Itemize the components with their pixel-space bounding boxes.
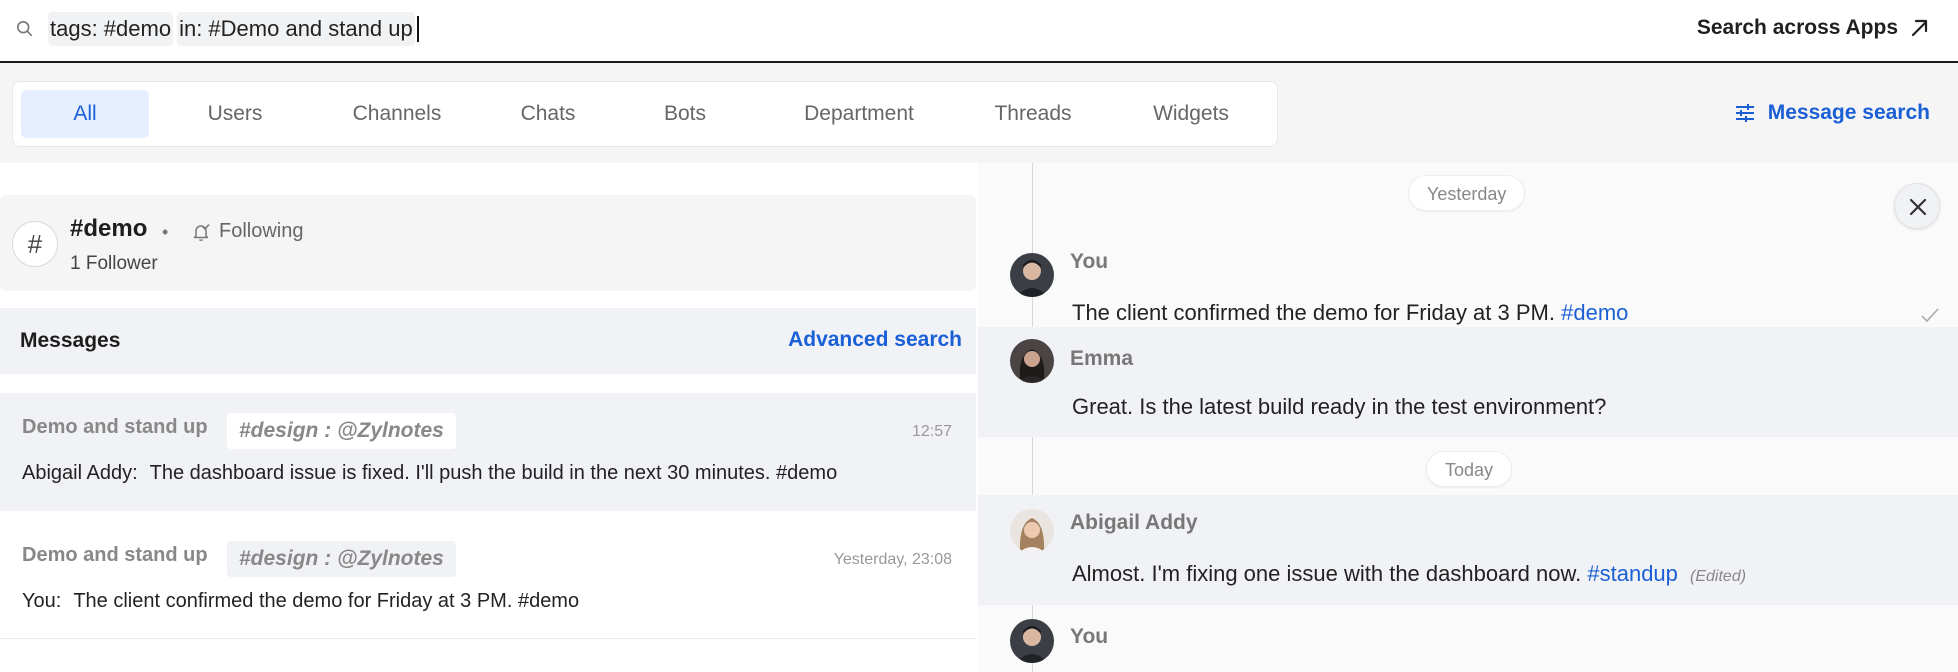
tab-channels[interactable]: Channels [317, 90, 477, 138]
hashtag-link[interactable]: #standup [1587, 561, 1678, 586]
message-text: Great. Is the latest build ready in the … [1072, 394, 1606, 420]
result-timestamp: Yesterday, 23:08 [833, 551, 952, 568]
message-body: Great. Is the latest build ready in the … [1072, 394, 1607, 419]
messages-section-header: Messages Advanced search [0, 308, 976, 374]
thread-message[interactable]: You The client confirmed the demo for Fr… [978, 223, 1958, 326]
result-text: The client confirmed the demo for Friday… [73, 590, 580, 612]
date-separator-yesterday: Yesterday [1408, 175, 1526, 211]
thread-message[interactable]: Abigail Addy Almost. I'm fixing one issu… [978, 495, 1958, 605]
result-message: Abigail Addy: The dashboard issue is fixe… [22, 462, 837, 485]
tab-widgets[interactable]: Widgets [1117, 90, 1265, 138]
search-results-pane: # #demo • Following 1 Follower Messages … [0, 163, 978, 672]
separator-dot: • [162, 222, 169, 242]
sliders-icon [1735, 104, 1754, 122]
edited-label: (Edited) [1690, 568, 1747, 585]
message-result-row[interactable]: Demo and stand up #design : @Zylnotes Ye… [0, 521, 976, 639]
result-tag-badge: #design : @Zylnotes [227, 413, 456, 449]
global-search-bar[interactable]: tags: #demo in: #Demo and stand up Searc… [0, 0, 1958, 63]
search-query[interactable]: tags: #demo in: #Demo and stand up [48, 11, 419, 47]
message-result-row[interactable]: Demo and stand up #design : @Zylnotes 12… [0, 393, 976, 511]
message-body: The client confirmed the demo for Friday… [1072, 300, 1555, 325]
search-icon [16, 20, 33, 37]
following-status[interactable]: Following [219, 220, 303, 243]
result-sender: Abigail Addy: [22, 462, 138, 484]
avatar [1010, 509, 1054, 553]
tab-department[interactable]: Department [769, 90, 949, 138]
messages-section-title: Messages [20, 329, 121, 352]
avatar [1010, 253, 1054, 297]
conversation-preview-pane: Yesterday You The client confirmed the d… [978, 163, 1958, 672]
tab-bots[interactable]: Bots [621, 90, 749, 138]
result-text: The dashboard issue is fixed. I'll push … [149, 462, 838, 484]
thread-message[interactable]: Emma Great. Is the latest build ready in… [978, 327, 1958, 437]
arrow-up-right-icon [1911, 19, 1928, 37]
message-author: You [1070, 625, 1109, 648]
message-author: Abigail Addy [1070, 511, 1198, 534]
search-chip-in[interactable]: in: #Demo and stand up [177, 12, 415, 46]
date-separator-today: Today [1426, 451, 1513, 487]
checkmark-icon [1921, 308, 1939, 323]
text-caret [416, 16, 419, 42]
result-channel-title: Demo and stand up [22, 544, 208, 566]
tab-users[interactable]: Users [165, 90, 305, 138]
message-text: Almost. I'm fixing one issue with the da… [1072, 561, 1746, 587]
search-chip-tags[interactable]: tags: #demo [48, 12, 174, 46]
search-across-apps-label: Search across Apps [1696, 16, 1898, 39]
advanced-search-link[interactable]: Advanced search [788, 328, 962, 352]
result-message: You: The client confirmed the demo for Fr… [22, 590, 579, 613]
close-icon [1909, 198, 1927, 216]
result-tag-badge: #design : @Zylnotes [227, 541, 456, 577]
message-author: You [1070, 250, 1109, 273]
search-across-apps-button[interactable]: Search across Apps [1697, 16, 1930, 40]
result-filter-tabs: All Users Channels Chats Bots Department… [12, 81, 1278, 147]
message-text: The client confirmed the demo for Friday… [1072, 300, 1628, 326]
channel-result-card[interactable]: # #demo • Following 1 Follower [0, 195, 976, 291]
follower-count: 1 Follower [70, 253, 158, 274]
thread-message[interactable]: You [978, 609, 1958, 672]
message-search-label: Message search [1767, 101, 1930, 124]
tab-chats[interactable]: Chats [483, 90, 613, 138]
bell-check-icon [193, 224, 210, 242]
tab-all[interactable]: All [21, 90, 149, 138]
result-sender: You: [22, 590, 62, 612]
avatar [1010, 619, 1054, 663]
result-timestamp: 12:57 [911, 423, 952, 440]
message-author: Emma [1070, 347, 1134, 370]
tab-threads[interactable]: Threads [963, 90, 1103, 138]
result-channel-title: Demo and stand up [22, 416, 208, 438]
channel-name: #demo [70, 215, 148, 242]
channel-hash-icon: # [12, 221, 58, 267]
message-body: Almost. I'm fixing one issue with the da… [1072, 561, 1582, 586]
message-search-button[interactable]: Message search [1734, 101, 1930, 125]
hashtag-link[interactable]: #demo [1561, 300, 1628, 325]
avatar [1010, 339, 1054, 383]
